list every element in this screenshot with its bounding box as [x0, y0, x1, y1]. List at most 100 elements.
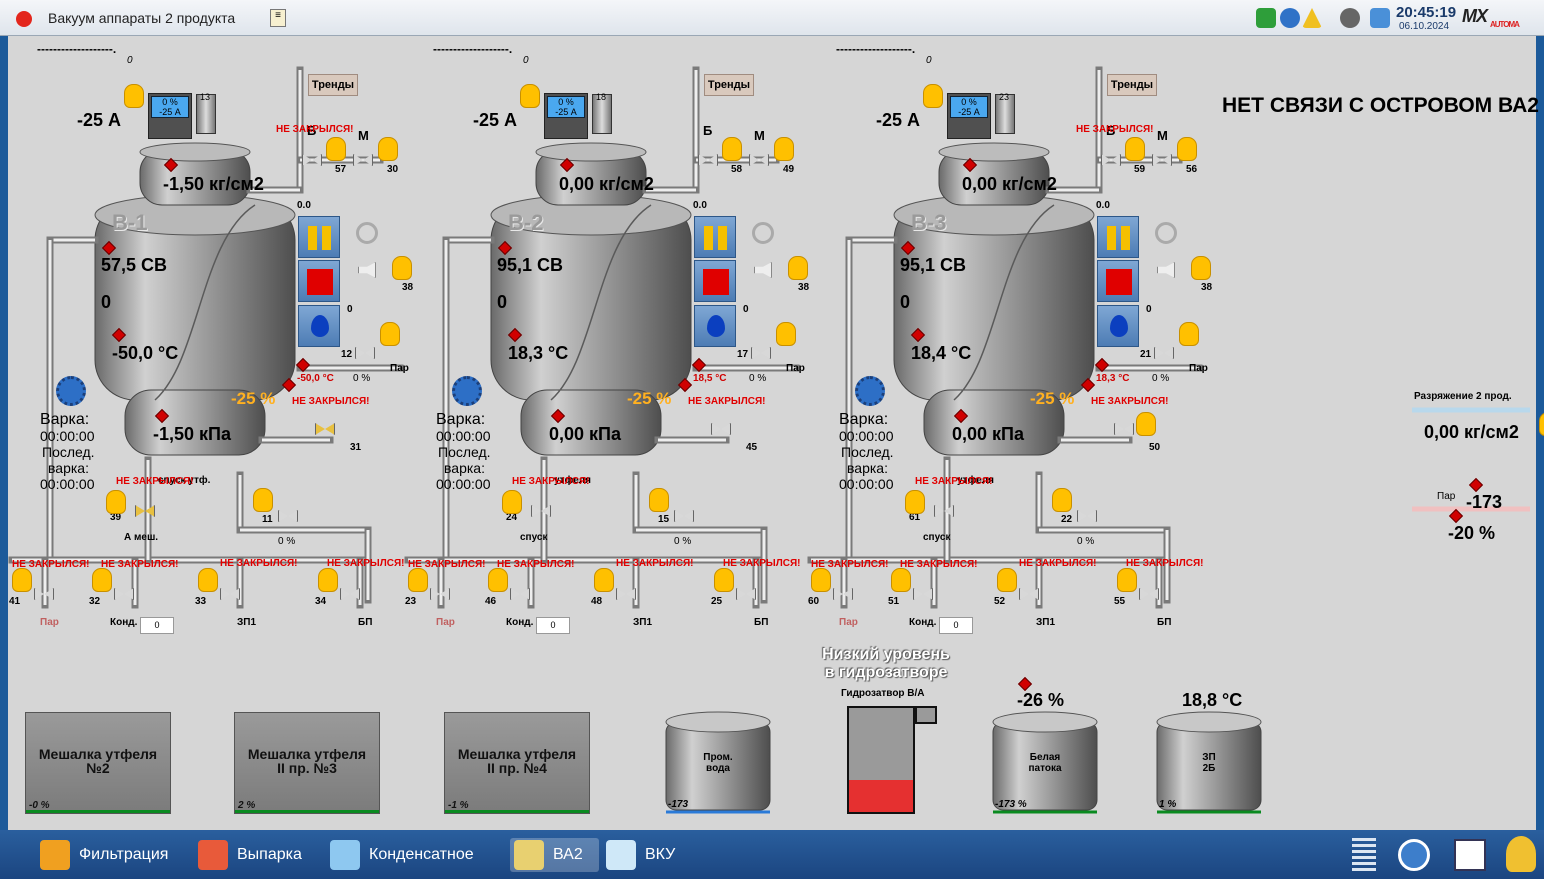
- bottom-pressure: -1,50 кПа: [153, 424, 231, 444]
- bottom-label-3: БП: [754, 617, 769, 628]
- add-icon[interactable]: [1256, 8, 1276, 28]
- settings-gear-icon[interactable]: [452, 376, 482, 406]
- meter-display: 0 % -25 А: [151, 96, 189, 118]
- tank-top: [992, 711, 1098, 733]
- manual-mode-hand-icon[interactable]: [774, 137, 794, 161]
- warning-icon[interactable]: [1302, 8, 1322, 28]
- close-icon[interactable]: [16, 11, 32, 27]
- steam-temperature: -50,0 °C: [297, 373, 334, 384]
- pause-button[interactable]: [694, 216, 736, 258]
- bottom-pressure: 0,00 кПа: [549, 424, 621, 444]
- operator-icon[interactable]: [1340, 8, 1360, 28]
- hydro-alarm: Низкий уровень в гидрозатворе: [822, 646, 950, 681]
- not-closed-warning: НЕ ЗАКРЫЛСЯ!: [327, 558, 405, 569]
- refresh-icon[interactable]: [356, 222, 378, 244]
- bottom-hand-icon-0[interactable]: [811, 568, 831, 592]
- dry-solids: 95,1 СВ: [497, 255, 564, 275]
- bottom-pressure: 0,00 кПа: [952, 424, 1024, 444]
- not-closed-warning: НЕ ЗАКРЫЛСЯ!: [1019, 558, 1097, 569]
- tab-va2[interactable]: ВА2: [510, 838, 599, 872]
- settings-gear-icon[interactable]: [855, 376, 885, 406]
- pause-button[interactable]: [298, 216, 340, 258]
- settings-gear-icon[interactable]: [56, 376, 86, 406]
- stop-button[interactable]: [298, 260, 340, 302]
- not-closed-warning-steam: НЕ ЗАКРЫЛСЯ!: [688, 396, 766, 407]
- trend-chart-icon[interactable]: [1454, 839, 1486, 871]
- bottom-hand-icon-3[interactable]: [318, 568, 338, 592]
- not-closed-warning: НЕ ЗАКРЫЛСЯ!: [811, 559, 889, 570]
- mixer-2[interactable]: Мешалка утфеля №2 -0 %: [25, 712, 171, 814]
- bottom-hand-icon-1[interactable]: [488, 568, 508, 592]
- water-drop-button[interactable]: [298, 305, 340, 347]
- menu-icon[interactable]: [1352, 838, 1376, 872]
- chat-icon[interactable]: [1280, 8, 1300, 28]
- refresh-icon[interactable]: [1155, 222, 1177, 244]
- water-drop-button[interactable]: [694, 305, 736, 347]
- not-closed-warning: НЕ ЗАКРЫЛСЯ!: [220, 558, 298, 569]
- valve-number-side: 38: [402, 282, 414, 293]
- telegram-icon[interactable]: [1370, 8, 1390, 28]
- manual-mode-hand-icon[interactable]: [380, 322, 400, 346]
- bottom-hand-icon-3[interactable]: [714, 568, 734, 592]
- manual-mode-hand-icon[interactable]: [106, 490, 126, 514]
- manual-mode-hand-icon[interactable]: [905, 490, 925, 514]
- bottom-hand-icon-2[interactable]: [997, 568, 1017, 592]
- manual-mode-hand-icon[interactable]: [1125, 137, 1145, 161]
- manual-mode-hand-icon[interactable]: [649, 488, 669, 512]
- pause-button[interactable]: [1097, 216, 1139, 258]
- manual-mode-hand-icon[interactable]: [1179, 322, 1199, 346]
- manual-mode-hand-icon[interactable]: [253, 488, 273, 512]
- document-icon[interactable]: ≡: [270, 9, 286, 27]
- tab-condensate[interactable]: Конденсатное: [330, 838, 474, 872]
- bottom-hand-icon-1[interactable]: [891, 568, 911, 592]
- pv-value: 0.0: [693, 200, 707, 211]
- trends-button[interactable]: Тренды: [308, 74, 358, 96]
- manual-mode-hand-icon[interactable]: [1136, 412, 1156, 436]
- manual-hand-icon[interactable]: [923, 84, 943, 108]
- bottom-label-1: Конд.: [506, 617, 534, 628]
- manual-mode-hand-icon[interactable]: [776, 322, 796, 346]
- dry-solids: 95,1 СВ: [900, 255, 967, 275]
- manual-mode-hand-icon[interactable]: [502, 490, 522, 514]
- tab-evaporation[interactable]: Выпарка: [198, 838, 302, 872]
- bottom-hand-icon-2[interactable]: [198, 568, 218, 592]
- manual-mode-hand-icon[interactable]: [1191, 256, 1211, 280]
- manual-mode-hand-icon[interactable]: [722, 137, 742, 161]
- cond-percent: 0 %: [674, 536, 692, 547]
- manual-mode-hand-icon[interactable]: [1539, 412, 1544, 436]
- trends-button[interactable]: Тренды: [1107, 74, 1157, 96]
- bottom-hand-icon-0[interactable]: [12, 568, 32, 592]
- level-zero: 0: [900, 292, 911, 312]
- valve-number-side2: 0: [743, 304, 749, 315]
- condensate-input[interactable]: 0: [140, 617, 174, 634]
- manual-mode-hand-icon[interactable]: [788, 256, 808, 280]
- tab-filtration[interactable]: Фильтрация: [40, 838, 168, 872]
- manual-mode-hand-icon[interactable]: [1052, 488, 1072, 512]
- settings-icon[interactable]: [1398, 839, 1430, 871]
- bottom-hand-icon-3[interactable]: [1117, 568, 1137, 592]
- manual-mode-hand-icon[interactable]: [378, 137, 398, 161]
- stop-button[interactable]: [1097, 260, 1139, 302]
- engineer-icon[interactable]: [1506, 836, 1536, 872]
- trends-button[interactable]: Тренды: [704, 74, 754, 96]
- bottom-hand-icon-1[interactable]: [92, 568, 112, 592]
- condensate-input[interactable]: 0: [536, 617, 570, 634]
- manual-hand-icon[interactable]: [520, 84, 540, 108]
- vessel-temperature: 18,3 °C: [508, 343, 569, 363]
- stop-button[interactable]: [694, 260, 736, 302]
- manual-mode-hand-icon[interactable]: [326, 137, 346, 161]
- bottom-hand-icon-2[interactable]: [594, 568, 614, 592]
- mixer-4[interactable]: Мешалка утфеля II пр. №4 -1 %: [444, 712, 590, 814]
- cond-percent: 0 %: [278, 536, 296, 547]
- refresh-icon[interactable]: [752, 222, 774, 244]
- condensate-input[interactable]: 0: [939, 617, 973, 634]
- valve-b-label: Б: [703, 123, 713, 138]
- tab-vku[interactable]: ВКУ: [606, 838, 675, 872]
- manual-hand-icon[interactable]: [124, 84, 144, 108]
- manual-mode-hand-icon[interactable]: [1177, 137, 1197, 161]
- manual-mode-hand-icon[interactable]: [392, 256, 412, 280]
- mixer-3[interactable]: Мешалка утфеля II пр. №3 2 %: [234, 712, 380, 814]
- top-pressure: 0,00 кг/см2: [962, 174, 1057, 194]
- bottom-hand-icon-0[interactable]: [408, 568, 428, 592]
- water-drop-button[interactable]: [1097, 305, 1139, 347]
